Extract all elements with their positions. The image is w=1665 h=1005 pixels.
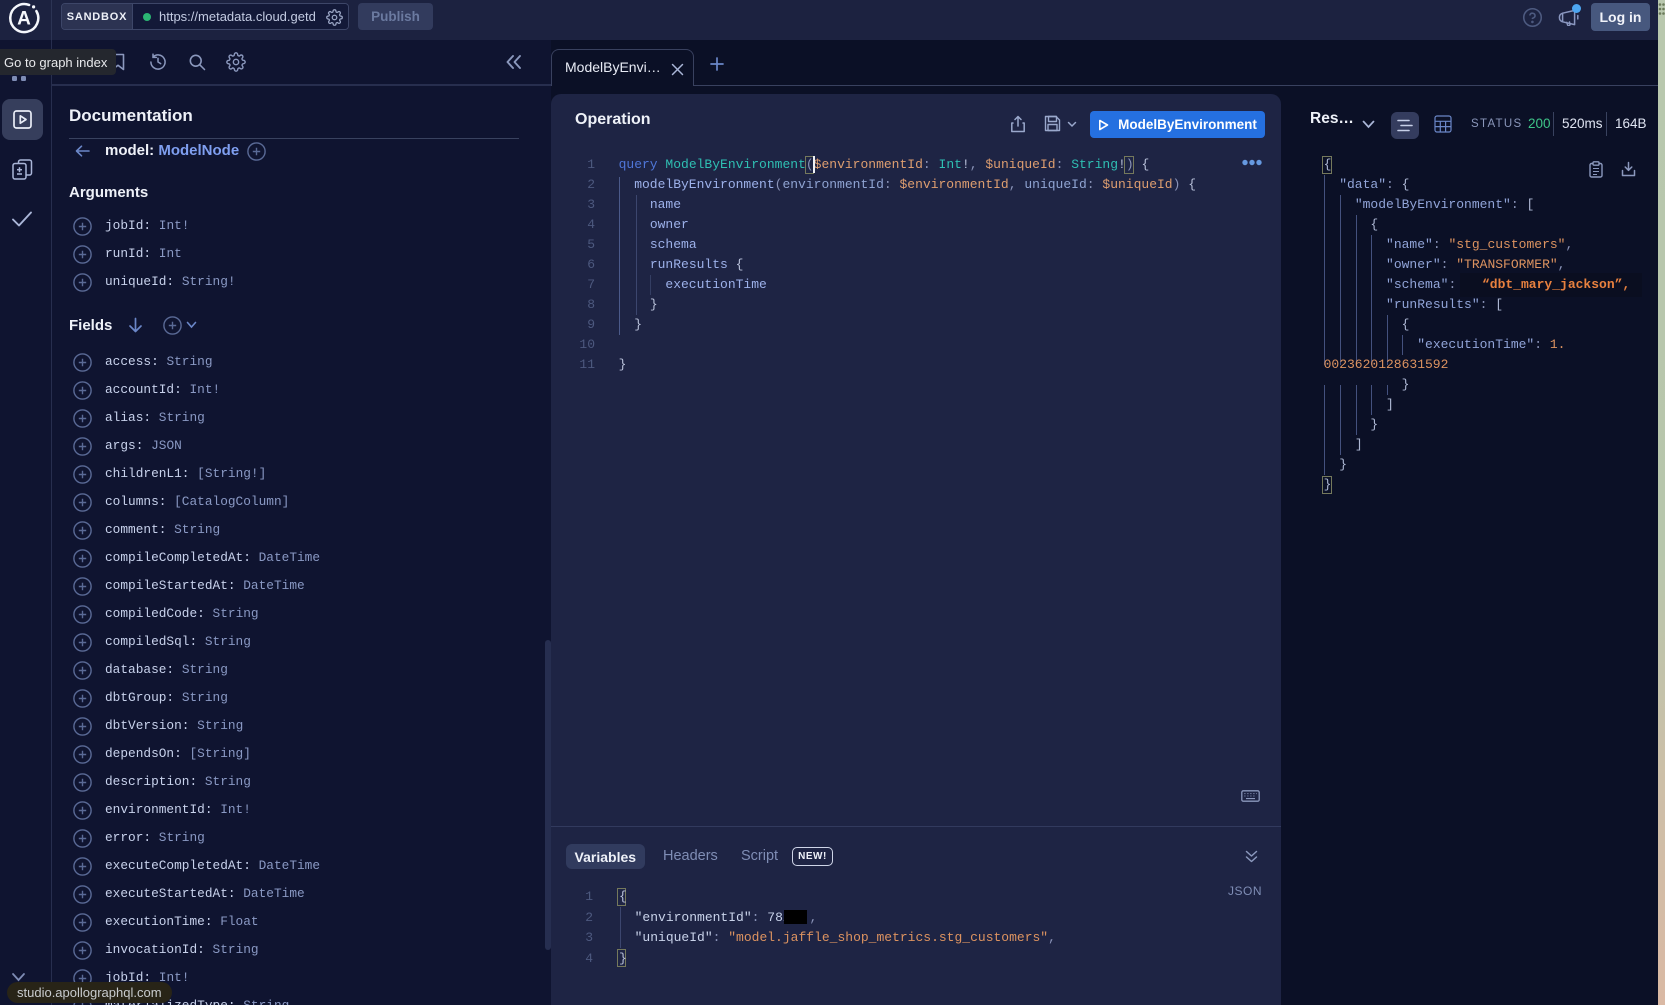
svg-text:A: A bbox=[17, 9, 31, 30]
